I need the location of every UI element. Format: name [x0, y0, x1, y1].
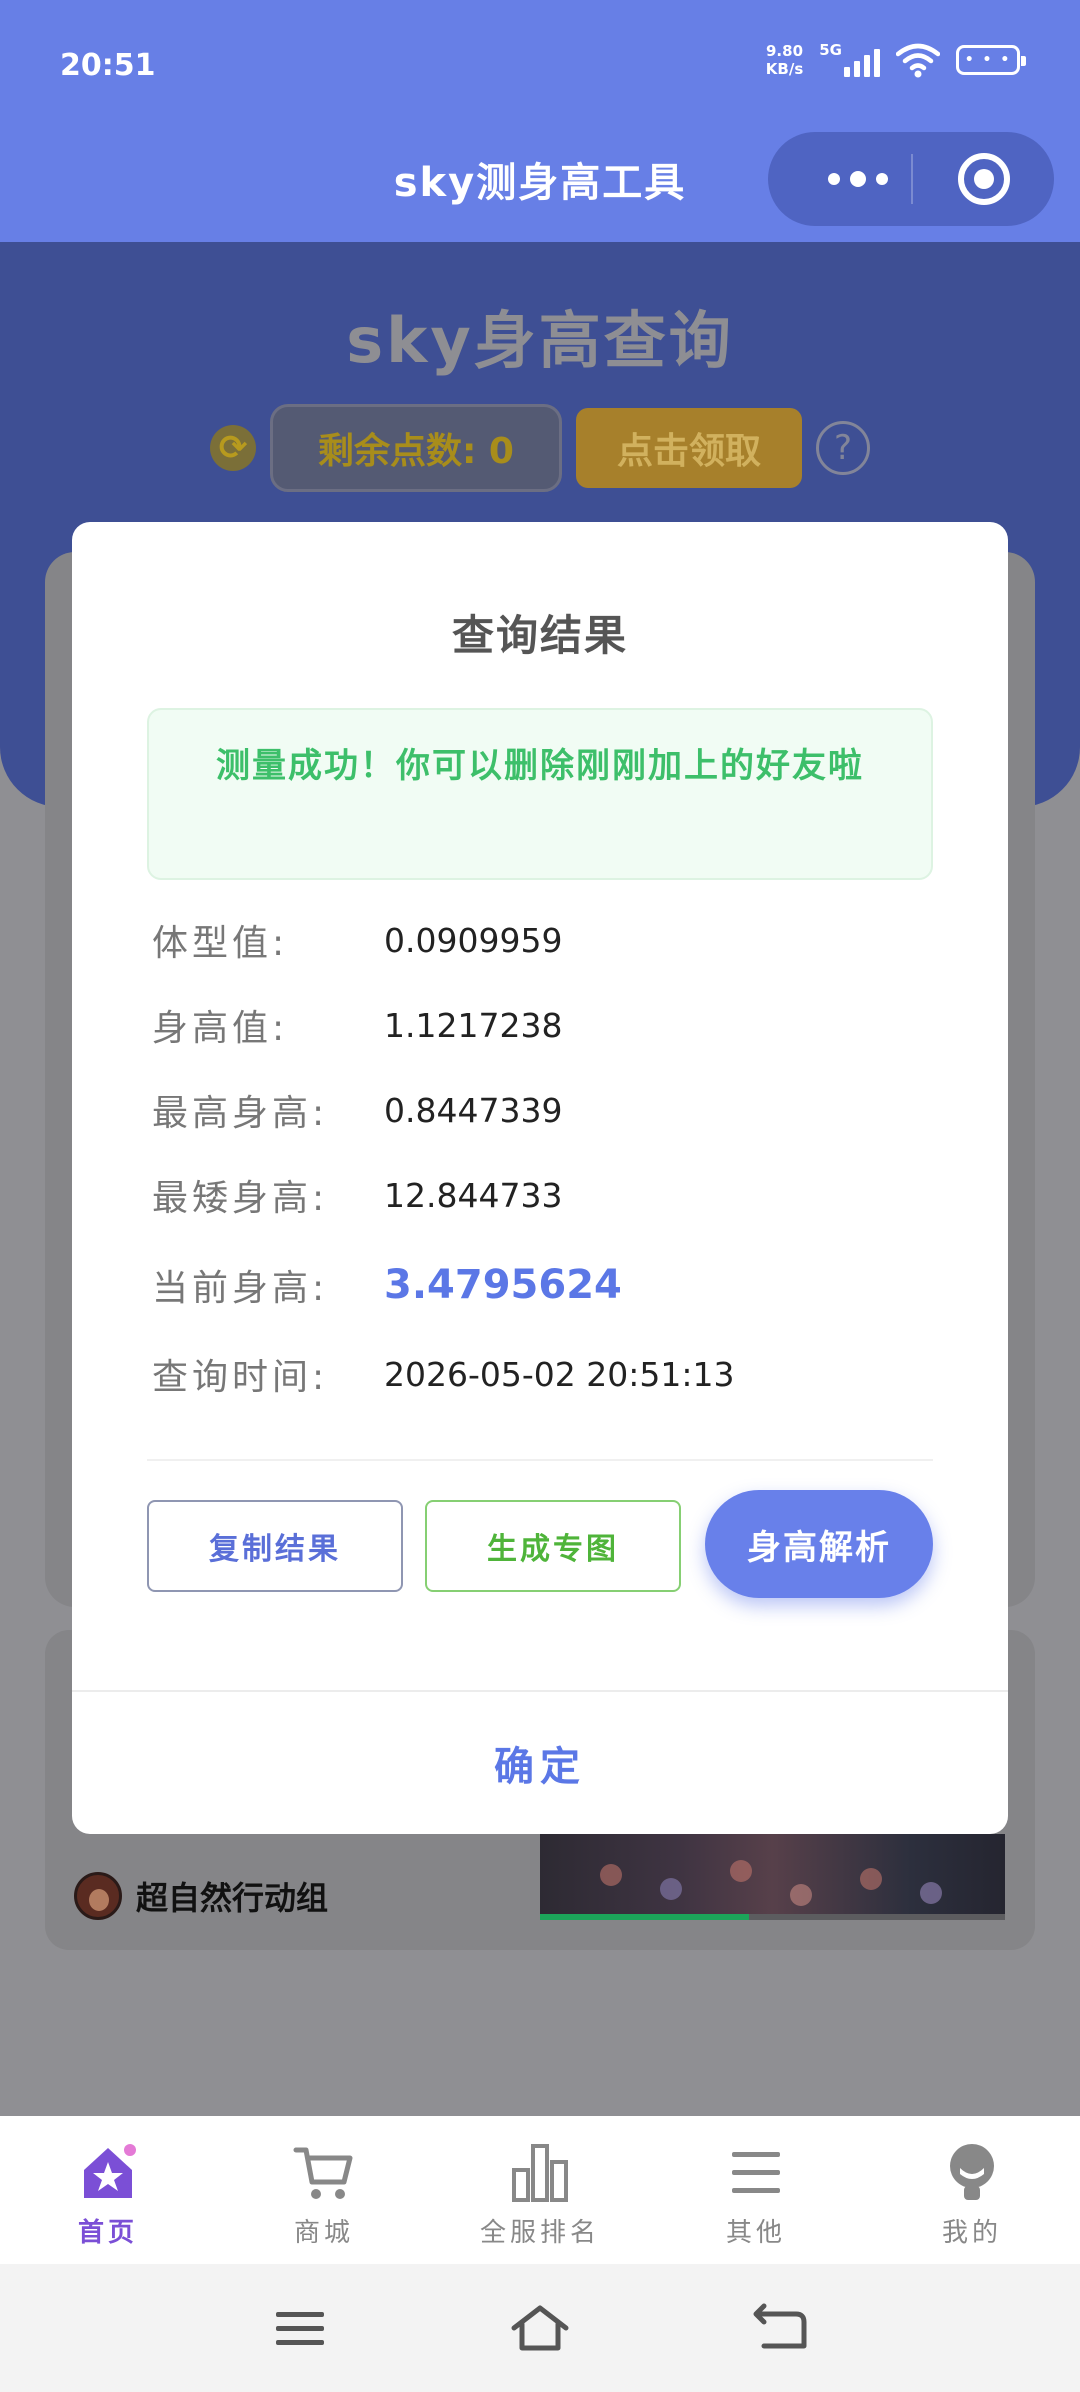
status-bar: 20:51 9.80 KB/s 5G • • •	[0, 0, 1080, 132]
divider	[147, 1459, 933, 1461]
page-title: sky身高查询	[346, 304, 734, 377]
tab-home[interactable]: 首页	[0, 2116, 216, 2264]
result-value: 0.8447339	[384, 1090, 563, 1130]
success-message: 测量成功！你可以删除刚刚加上的好友啦	[147, 708, 933, 880]
tab-bar: 首页 商城 全服排名 其他 我的	[0, 2116, 1080, 2264]
battery-icon: • • •	[956, 45, 1026, 75]
close-miniprogram-icon[interactable]	[958, 153, 1010, 205]
points-row: ⟳ 剩余点数: 0 点击领取 ?	[0, 404, 1080, 492]
net-speed-unit: KB/s	[765, 60, 804, 78]
recent-apps-icon[interactable]	[270, 2302, 330, 2354]
more-menu-button[interactable]	[808, 132, 908, 226]
result-value: 12.844733	[384, 1175, 563, 1215]
wifi-icon	[896, 43, 940, 78]
profile-icon	[950, 2144, 994, 2200]
result-label: 最高身高:	[152, 1093, 329, 1134]
home-star-icon	[84, 2144, 136, 2198]
tab-shop[interactable]: 商城	[216, 2116, 432, 2264]
video-progress-bar	[540, 1914, 1005, 1920]
result-row-body-type: 体型值: 0.0909959	[152, 910, 932, 970]
result-label: 身高值:	[152, 1008, 289, 1049]
home-icon[interactable]	[510, 2302, 570, 2354]
miniprogram-capsule	[768, 132, 1054, 226]
cart-icon	[293, 2147, 353, 2199]
tab-mine[interactable]: 我的	[864, 2116, 1080, 2264]
result-value: 1.1217238	[384, 1005, 563, 1045]
video-thumbnail[interactable]	[540, 1834, 1005, 1920]
network-type: 5G	[819, 41, 842, 59]
tab-other[interactable]: 其他	[648, 2116, 864, 2264]
dialog-title: 查询结果	[451, 611, 628, 660]
result-row-current-height: 当前身高: 3.4795624	[152, 1255, 932, 1315]
status-time: 20:51	[60, 48, 156, 83]
copy-result-button[interactable]: 复制结果	[147, 1500, 403, 1592]
net-speed-value: 9.80	[766, 42, 804, 60]
result-label: 最矮身高:	[152, 1178, 329, 1219]
result-row-height: 身高值: 1.1217238	[152, 995, 932, 1055]
tab-label: 全服排名	[479, 2218, 600, 2248]
result-label: 查询时间:	[152, 1357, 329, 1398]
current-height-value: 3.4795624	[384, 1262, 622, 1308]
result-value: 2026-05-02 20:51:13	[384, 1354, 735, 1394]
height-analysis-button[interactable]: 身高解析	[705, 1490, 933, 1598]
tab-label: 其他	[725, 2218, 786, 2248]
tab-ranking[interactable]: 全服排名	[432, 2116, 648, 2264]
query-result-dialog: 查询结果 测量成功！你可以删除刚刚加上的好友啦 体型值: 0.0909959 身…	[72, 522, 1008, 1834]
signal-icon: 5G	[819, 41, 880, 77]
confirm-button[interactable]: 确定	[72, 1692, 1008, 1834]
menu-icon	[732, 2152, 780, 2193]
status-icons: 9.80 KB/s 5G • • •	[766, 41, 1026, 78]
result-value: 0.0909959	[384, 920, 563, 960]
avatar	[74, 1872, 122, 1920]
tab-label: 首页	[77, 2218, 138, 2248]
result-row-query-time: 查询时间: 2026-05-02 20:51:13	[152, 1344, 932, 1404]
result-label: 体型值:	[152, 923, 289, 964]
bar-chart-icon	[512, 2144, 568, 2202]
nav-bar: sky测身高工具	[0, 132, 1080, 242]
back-icon[interactable]	[750, 2302, 810, 2354]
points-display: 剩余点数: 0	[270, 404, 562, 492]
system-nav-bar	[0, 2264, 1080, 2392]
battery-text: • • •	[964, 52, 1012, 68]
result-label: 当前身高:	[152, 1268, 329, 1309]
net-speed: 9.80 KB/s	[766, 42, 803, 78]
refresh-icon[interactable]: ⟳	[210, 425, 256, 471]
help-icon[interactable]: ?	[816, 421, 870, 475]
claim-button[interactable]: 点击领取	[576, 408, 802, 488]
tab-label: 商城	[293, 2218, 354, 2248]
group-row[interactable]: 超自然行动组	[74, 1872, 328, 1920]
tab-label: 我的	[941, 2218, 1002, 2248]
group-name: 超自然行动组	[136, 1879, 329, 1917]
result-row-min-height: 最矮身高: 12.844733	[152, 1165, 932, 1225]
generate-image-button[interactable]: 生成专图	[425, 1500, 681, 1592]
result-row-max-height: 最高身高: 0.8447339	[152, 1080, 932, 1140]
